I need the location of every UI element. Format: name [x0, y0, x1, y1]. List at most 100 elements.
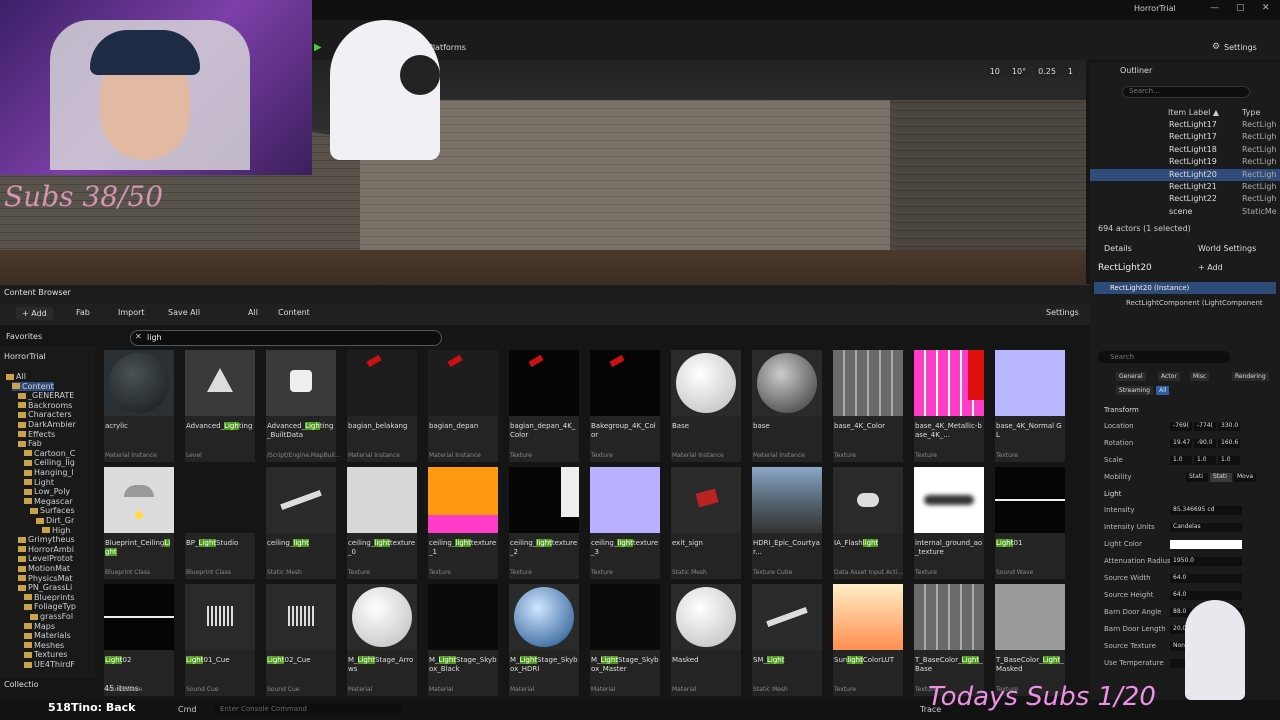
world-settings-tab[interactable]: World Settings — [1198, 244, 1256, 253]
add-component-button[interactable]: + Add — [1198, 263, 1223, 272]
filter-streaming[interactable]: Streaming — [1116, 386, 1153, 395]
asset-tile[interactable]: Light02 Sound Wave — [104, 584, 174, 696]
tree-folder[interactable]: MotionMat — [18, 564, 70, 573]
clear-search-icon[interactable]: ✕ — [135, 332, 142, 341]
tree-folder[interactable]: LevelProtot — [18, 554, 73, 563]
favorites-label[interactable]: Favorites — [6, 332, 42, 341]
scale-snap-value[interactable]: 0.25 — [1035, 66, 1059, 77]
play-icon[interactable]: ▶ — [314, 42, 322, 53]
item-label-header[interactable]: Item Label ▲ — [1168, 108, 1219, 117]
property-value[interactable] — [1170, 540, 1242, 549]
property-value[interactable]: 64.0 — [1170, 591, 1242, 600]
component-label[interactable]: RectLightComponent (LightComponent — [1126, 299, 1263, 307]
asset-tile[interactable]: T_BaseColor_Light_Masked Texture — [995, 584, 1065, 696]
tree-folder[interactable]: Hanging_l — [24, 468, 74, 477]
tree-folder[interactable]: Dirt_Gr — [36, 516, 74, 525]
location-x[interactable]: -769( — [1170, 422, 1192, 431]
property-value[interactable]: 1950.0 — [1170, 557, 1242, 566]
instance-row[interactable]: RectLight20 (Instance) — [1094, 282, 1276, 294]
mobility-movable[interactable]: Mova — [1234, 473, 1256, 482]
asset-tile[interactable]: T_BaseColor_Light_Base Texture — [914, 584, 984, 696]
filter-rendering[interactable]: Rendering — [1232, 372, 1269, 381]
tree-folder[interactable]: High — [42, 526, 70, 535]
path-all[interactable]: All — [248, 308, 258, 317]
asset-tile[interactable]: acrylic Material Instance — [104, 350, 174, 462]
minimize-button[interactable]: — — [1210, 3, 1219, 13]
asset-tile[interactable]: Light02_Cue Sound Cue — [266, 584, 336, 696]
tree-folder[interactable]: _GENERATE — [18, 391, 74, 400]
details-tab[interactable]: Details — [1104, 244, 1132, 253]
tree-folder[interactable]: Blueprints — [24, 593, 75, 602]
tree-folder[interactable]: Meshes — [24, 641, 64, 650]
path-content[interactable]: Content — [278, 308, 310, 317]
type-header[interactable]: Type — [1242, 108, 1260, 117]
grid-snap-value[interactable]: 10 — [986, 66, 1003, 77]
asset-tile[interactable]: HDRI_Epic_Courtyar... Texture Cube — [752, 467, 822, 579]
scale-x[interactable]: 1.0 — [1170, 456, 1192, 465]
asset-tile[interactable]: Masked Material — [671, 584, 741, 696]
asset-tile[interactable]: M_LightStage_Skybox_Black Material — [428, 584, 498, 696]
tree-folder[interactable]: FoliageTyp — [24, 602, 76, 611]
asset-tile[interactable]: SunlightColorLUT Texture — [833, 584, 903, 696]
filter-misc[interactable]: Misc — [1190, 372, 1210, 381]
transform-section[interactable]: Transform — [1104, 406, 1139, 414]
tree-folder[interactable]: PhysicsMat — [18, 574, 73, 583]
asset-tile[interactable]: base Material Instance — [752, 350, 822, 462]
asset-tile[interactable]: M_LightStage_Skybox_Master Material — [590, 584, 660, 696]
tree-folder[interactable]: Megascar — [24, 497, 73, 506]
tree-folder[interactable]: Characters — [18, 410, 72, 419]
tree-folder[interactable]: Textures — [24, 650, 67, 659]
asset-tile[interactable]: M_LightStage_Skybox_HDRI Material — [509, 584, 579, 696]
outliner-title[interactable]: Outliner — [1120, 66, 1152, 75]
mobility-static[interactable]: Stati — [1186, 473, 1208, 482]
asset-tile[interactable]: ceiling_light Static Mesh — [266, 467, 336, 579]
close-button[interactable]: ✕ — [1262, 3, 1270, 13]
scale-z[interactable]: 1.0 — [1218, 456, 1240, 465]
cmd-button[interactable]: Cmd — [178, 705, 196, 714]
asset-tile[interactable]: bagian_belakang Material Instance — [347, 350, 417, 462]
tree-folder[interactable]: Materials — [24, 631, 71, 640]
project-label[interactable]: HorrorTrial — [4, 352, 46, 361]
content-browser-tab[interactable]: Content Browser — [4, 288, 71, 297]
tree-folder[interactable]: grassFol — [30, 612, 73, 621]
asset-tile[interactable]: ceiling_lighttexture_2 Texture — [509, 467, 579, 579]
camera-speed-value[interactable]: 1 — [1064, 66, 1076, 77]
asset-tile[interactable]: SM_Light Static Mesh — [752, 584, 822, 696]
tree-folder[interactable]: Backrooms — [18, 401, 72, 410]
outliner-row[interactable]: RectLight22 RectLigh — [1090, 193, 1280, 205]
tree-folder[interactable]: Ceiling_lig — [24, 458, 75, 467]
location-z[interactable]: 330.0 — [1218, 422, 1240, 431]
asset-tile[interactable]: bagian_depan Material Instance — [428, 350, 498, 462]
tree-folder[interactable]: Fab — [18, 439, 42, 448]
fab-button[interactable]: Fab — [76, 308, 90, 317]
tree-folder[interactable]: Effects — [18, 430, 55, 439]
rotation-z[interactable]: 160.6 — [1218, 439, 1240, 448]
outliner-search-input[interactable]: Search... — [1122, 86, 1250, 98]
asset-tile[interactable]: ceiling_lighttexture_0 Texture — [347, 467, 417, 579]
collections-label[interactable]: Collectio — [4, 680, 39, 689]
rotation-y[interactable]: -90.0 — [1194, 439, 1216, 448]
asset-tile[interactable]: ceiling_lighttexture_1 Texture — [428, 467, 498, 579]
mobility-stationary[interactable]: Stati — [1210, 473, 1232, 482]
scale-y[interactable]: 1.0 — [1194, 456, 1216, 465]
asset-tile[interactable]: base_4K_Metallic-base_4K_... Texture — [914, 350, 984, 462]
filter-all[interactable]: All — [1156, 386, 1170, 395]
console-input[interactable]: Enter Console Command — [214, 703, 402, 715]
filter-general[interactable]: General — [1116, 372, 1146, 381]
asset-tile[interactable]: IA_Flashlight Data Asset Input Acti... — [833, 467, 903, 579]
asset-tile[interactable]: internal_ground_ao_texture Texture — [914, 467, 984, 579]
tree-folder[interactable]: DarkAmbier — [18, 420, 76, 429]
asset-tile[interactable]: base_4K_Color Texture — [833, 350, 903, 462]
tree-folder[interactable]: Cartoon_C — [24, 449, 75, 458]
property-value[interactable]: Candelas — [1170, 523, 1242, 532]
asset-tile[interactable]: Light01 Sound Wave — [995, 467, 1065, 579]
cb-settings-button[interactable]: Settings — [1046, 308, 1079, 317]
asset-tile[interactable]: BP_LightStudio Blueprint Class — [185, 467, 255, 579]
maximize-button[interactable]: ▢ — [1236, 3, 1245, 13]
asset-search-input[interactable]: ✕ ligh — [130, 330, 442, 346]
property-value[interactable]: 85.346695 cd — [1170, 506, 1242, 515]
tree-folder[interactable]: Surfaces — [30, 506, 75, 515]
tree-folder[interactable]: Light — [24, 478, 54, 487]
asset-tile[interactable]: Light01_Cue Sound Cue — [185, 584, 255, 696]
outliner-row[interactable]: RectLight18 RectLigh — [1090, 144, 1280, 156]
